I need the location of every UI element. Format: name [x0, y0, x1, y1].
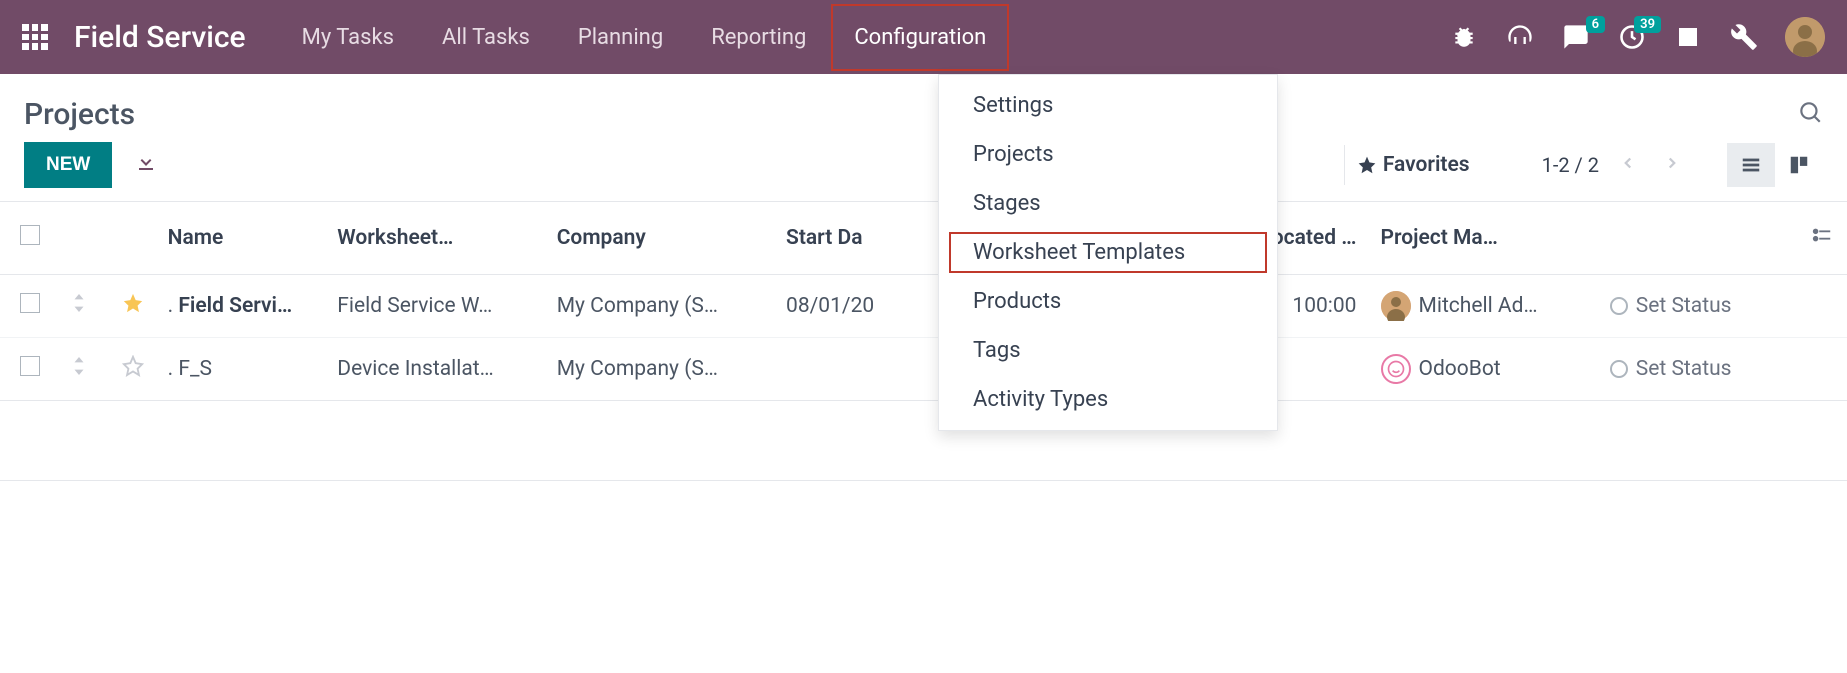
dropdown-products[interactable]: Products: [939, 277, 1277, 326]
status-circle-icon: [1610, 297, 1628, 315]
favorites-menu[interactable]: Favorites: [1344, 145, 1482, 185]
messages-icon[interactable]: 6: [1561, 22, 1591, 52]
support-icon[interactable]: [1505, 22, 1535, 52]
projects-table: Name Worksheet… Company Start Da located…: [0, 202, 1847, 400]
table-header-row: Name Worksheet… Company Start Da located…: [0, 202, 1847, 275]
view-switcher: [1727, 143, 1823, 187]
action-row: NEW Favorites 1-2 / 2: [0, 142, 1847, 202]
debug-icon[interactable]: [1449, 22, 1479, 52]
cell-worksheet: Field Service W…: [325, 275, 544, 338]
dropdown-stages[interactable]: Stages: [939, 179, 1277, 228]
nav-planning[interactable]: Planning: [554, 3, 687, 72]
nav-configuration[interactable]: Configuration: [830, 3, 1010, 72]
pager-prev-icon[interactable]: [1613, 151, 1643, 179]
col-worksheet[interactable]: Worksheet…: [325, 202, 544, 275]
pager: 1-2 / 2: [1542, 151, 1687, 179]
activities-badge: 39: [1634, 16, 1661, 33]
nav-all-tasks[interactable]: All Tasks: [418, 3, 554, 72]
dropdown-activity-types[interactable]: Activity Types: [939, 375, 1277, 424]
messages-badge: 6: [1586, 16, 1605, 33]
pager-next-icon[interactable]: [1657, 151, 1687, 179]
user-avatar[interactable]: [1785, 17, 1825, 57]
breadcrumb-row: Projects: [0, 74, 1847, 142]
cell-name: . Field Servi…: [156, 275, 326, 338]
pager-text[interactable]: 1-2 / 2: [1542, 153, 1599, 177]
bot-avatar-icon: [1381, 354, 1411, 384]
cell-status[interactable]: Set Status: [1598, 338, 1797, 401]
list-view-icon[interactable]: [1727, 143, 1775, 187]
drag-handle-icon[interactable]: [72, 294, 90, 318]
nav-my-tasks[interactable]: My Tasks: [278, 3, 418, 72]
cell-company: My Company (S…: [545, 275, 774, 338]
select-all-checkbox[interactable]: [20, 225, 40, 245]
new-button[interactable]: NEW: [24, 142, 112, 188]
cell-company: My Company (S…: [545, 338, 774, 401]
row-checkbox[interactable]: [20, 356, 40, 376]
app-title[interactable]: Field Service: [74, 20, 246, 55]
nav-reporting[interactable]: Reporting: [687, 3, 830, 72]
dropdown-worksheet-templates[interactable]: Worksheet Templates: [947, 230, 1269, 275]
star-filled-icon[interactable]: [122, 296, 144, 320]
kanban-view-icon[interactable]: [1775, 143, 1823, 187]
cell-name: . F_S: [156, 338, 326, 401]
tools-icon[interactable]: [1729, 22, 1759, 52]
dropdown-projects[interactable]: Projects: [939, 130, 1277, 179]
col-company[interactable]: Company: [545, 202, 774, 275]
cell-worksheet: Device Installat…: [325, 338, 544, 401]
cell-manager: Mitchell Ad…: [1369, 275, 1598, 338]
row-checkbox[interactable]: [20, 293, 40, 313]
dropdown-tags[interactable]: Tags: [939, 326, 1277, 375]
apps-menu-icon[interactable]: [22, 24, 48, 50]
cell-manager: OdooBot: [1369, 338, 1598, 401]
star-icon: [1357, 155, 1377, 175]
status-circle-icon: [1610, 360, 1628, 378]
optional-fields-icon[interactable]: [1797, 202, 1847, 275]
favorites-label: Favorites: [1383, 153, 1470, 177]
company-icon[interactable]: [1673, 22, 1703, 52]
configuration-dropdown: Settings Projects Stages Worksheet Templ…: [938, 74, 1278, 431]
table-row[interactable]: . Field Servi… Field Service W… My Compa…: [0, 275, 1847, 338]
drag-handle-icon[interactable]: [72, 357, 90, 381]
right-controls: Favorites 1-2 / 2: [1344, 143, 1823, 187]
table-footer-space: [0, 401, 1847, 481]
page-title: Projects: [24, 97, 135, 132]
star-empty-icon[interactable]: [122, 359, 144, 383]
table-row[interactable]: . F_S Device Installat… My Company (S… O…: [0, 338, 1847, 401]
dropdown-settings[interactable]: Settings: [939, 81, 1277, 130]
col-manager[interactable]: Project Ma…: [1369, 202, 1598, 275]
search-icon[interactable]: [1797, 99, 1823, 130]
activities-icon[interactable]: 39: [1617, 22, 1647, 52]
topbar-right: 6 39: [1449, 17, 1825, 57]
download-icon[interactable]: [134, 150, 158, 179]
col-name[interactable]: Name: [156, 202, 326, 275]
avatar-icon: [1381, 291, 1411, 321]
cell-status[interactable]: Set Status: [1598, 275, 1797, 338]
top-navbar: Field Service My Tasks All Tasks Plannin…: [0, 0, 1847, 74]
main-nav: My Tasks All Tasks Planning Reporting Co…: [278, 3, 1011, 72]
